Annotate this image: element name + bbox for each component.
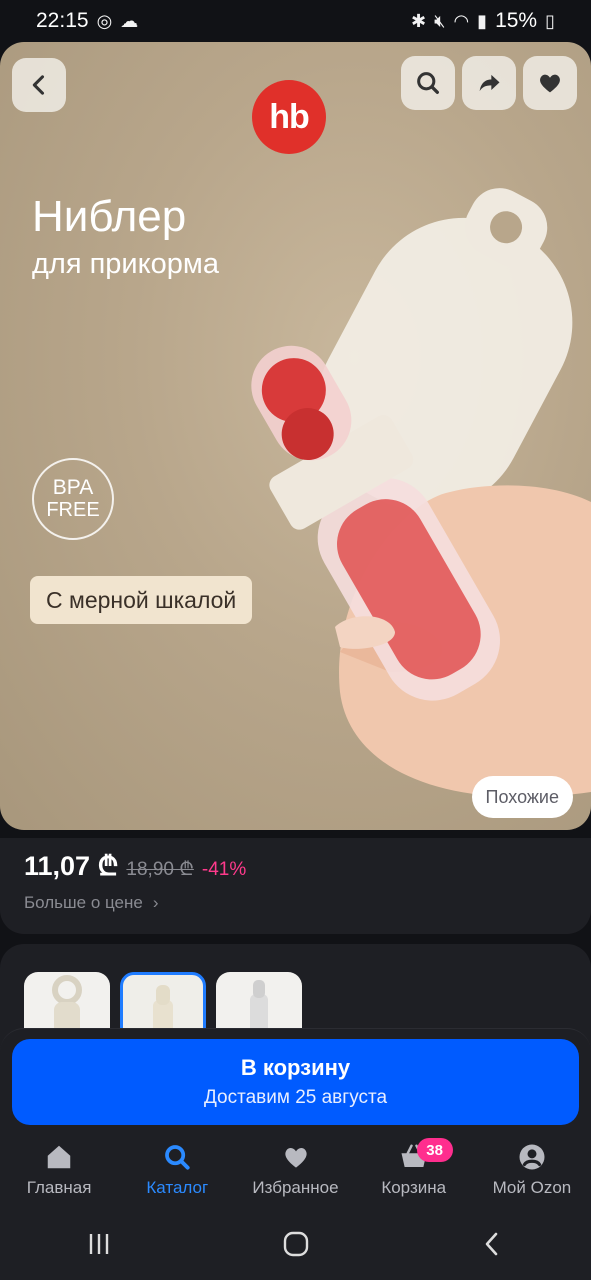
home-circle-icon xyxy=(283,1231,308,1257)
share-button[interactable] xyxy=(462,56,516,110)
wifi-icon: ◠ xyxy=(453,10,470,31)
nav-item-home[interactable]: Главная xyxy=(0,1132,118,1208)
similar-button[interactable]: Похожие xyxy=(471,776,573,818)
mute-icon: 🔇︎ xyxy=(434,10,446,31)
favorite-button[interactable] xyxy=(523,56,577,110)
cloud-icon: ☁ xyxy=(120,10,139,31)
chevron-left-icon xyxy=(32,75,45,95)
recent-apps-button[interactable] xyxy=(69,1224,129,1264)
status-bar: 22:15 ◎ ☁ ✱ 🔇︎ ◠ ▮ 15% ▯ xyxy=(0,0,591,42)
bpa-line1: BPA xyxy=(52,476,94,499)
add-to-cart-label: В корзину xyxy=(240,1055,351,1080)
add-to-cart-button[interactable]: В корзину Доставим 25 августа xyxy=(12,1039,579,1125)
battery-percent: 15% xyxy=(495,9,538,32)
nav-label: Мой Ozon xyxy=(492,1178,572,1197)
more-about-price-label: Больше о цене xyxy=(24,893,143,912)
back-icon xyxy=(485,1232,497,1256)
bpa-free-badge: BPA FREE xyxy=(32,458,114,540)
share-icon xyxy=(479,74,500,92)
back-button[interactable] xyxy=(12,58,66,112)
discount-badge: -41% xyxy=(201,859,247,880)
system-back-button[interactable] xyxy=(463,1224,523,1264)
home-icon xyxy=(47,1145,71,1169)
delivery-label: Доставим 25 августа xyxy=(203,1087,388,1108)
search-icon xyxy=(417,72,439,94)
battery-icon: ▯ xyxy=(545,10,555,31)
price-card: 11,07 ₾ 18,90 ₾ -41% Больше о цене › xyxy=(0,838,591,934)
bottom-navigation: Главная Каталог Избранное 38 Корзина Мой… xyxy=(0,1132,591,1208)
more-about-price-link[interactable]: Больше о цене › xyxy=(24,893,567,913)
nav-item-catalog[interactable]: Каталог xyxy=(118,1132,236,1208)
product-hero-image[interactable]: hb Ниблер для прикорма BPA FREE С мерной… xyxy=(0,42,591,830)
hero-subtitle: для прикорма xyxy=(32,248,219,280)
cta-container: В корзину Доставим 25 августа xyxy=(0,1028,591,1132)
brand-logo: hb xyxy=(252,80,326,154)
hero-title: Ниблер xyxy=(32,192,187,241)
nav-item-favorites[interactable]: Избранное xyxy=(236,1132,354,1208)
home-button[interactable] xyxy=(266,1224,326,1264)
chevron-right-icon: › xyxy=(152,893,159,912)
nav-label: Главная xyxy=(26,1178,92,1197)
heart-icon xyxy=(284,1148,307,1168)
old-price: 18,90 ₾ xyxy=(126,859,194,880)
search-icon xyxy=(165,1145,190,1170)
nav-item-cart[interactable]: 38 Корзина xyxy=(355,1132,473,1208)
search-button[interactable] xyxy=(401,56,455,110)
bpa-line2: FREE xyxy=(46,499,100,521)
nav-label: Корзина xyxy=(381,1178,447,1197)
status-time: 22:15 xyxy=(36,9,89,32)
feature-badge: С мерной шкалой xyxy=(30,576,253,624)
profile-icon xyxy=(519,1144,545,1170)
system-navigation-bar xyxy=(0,1208,591,1280)
signal-icon: ▮ xyxy=(477,10,488,31)
nav-label: Каталог xyxy=(146,1178,209,1197)
recent-apps-icon xyxy=(89,1234,108,1254)
instagram-icon: ◎ xyxy=(96,10,113,31)
heart-icon xyxy=(540,74,560,93)
bluetooth-icon: ✱ xyxy=(411,10,427,31)
nav-item-profile[interactable]: Мой Ozon xyxy=(473,1132,591,1208)
nav-label: Избранное xyxy=(252,1178,339,1197)
cart-count-badge: 38 xyxy=(416,1138,453,1162)
current-price: 11,07 ₾ xyxy=(24,851,119,881)
